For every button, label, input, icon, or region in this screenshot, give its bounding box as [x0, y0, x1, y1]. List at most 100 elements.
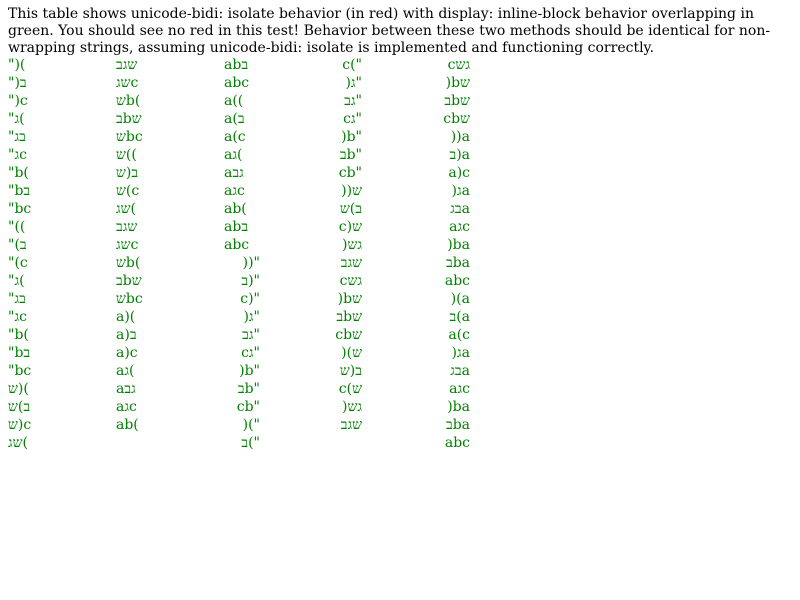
table-cell: a)c — [448, 165, 470, 181]
table-cell: )(" — [242, 417, 260, 433]
table-cell: )(ש — [341, 345, 362, 361]
intro-paragraph: This table shows unicode-bidi: isolate b… — [8, 6, 771, 56]
table-cell: ב)" — [241, 273, 260, 289]
table-cell: ab( — [116, 417, 139, 433]
table-cell: )b" — [341, 129, 362, 145]
table-cell: שגב — [340, 255, 362, 271]
table-cell: ב(ש — [116, 165, 139, 181]
table-cell: )bש — [337, 291, 362, 307]
table-cell: ש(c — [116, 183, 140, 199]
table-cell: cbש — [443, 111, 470, 127]
table-cell: "(c — [8, 255, 28, 271]
table-cell: )גש — [341, 399, 362, 415]
table-cell: cbש — [335, 327, 362, 343]
table-cell: ")c — [8, 93, 28, 109]
table-cell: aגc — [224, 183, 245, 199]
table-cell: בbש — [336, 309, 362, 325]
table-cell: abc — [224, 237, 250, 253]
table-cell: "גc — [8, 309, 27, 325]
table-cell: ב)ש — [8, 399, 31, 415]
table-cell: a)( — [116, 309, 136, 325]
table-cell: שbc — [116, 129, 143, 145]
table-cell: "ג( — [8, 273, 25, 289]
table-cell: ב(ש — [339, 363, 362, 379]
table-cell: "גc — [8, 147, 27, 163]
table-cell: )ba — [447, 237, 470, 253]
table-cell: שbc — [116, 291, 143, 307]
table-cell: aגב — [116, 381, 136, 397]
table-cell: aג( — [224, 147, 243, 163]
table-cell: ש(( — [116, 147, 137, 163]
table-cell: "bב — [8, 345, 31, 361]
table-cell: שג( — [116, 201, 137, 217]
table-cell: )גa — [451, 345, 470, 361]
table-cell: )גש — [341, 237, 362, 253]
table-cell: aג( — [116, 363, 135, 379]
table-cell: aגc — [116, 399, 137, 415]
table-cell: שגב — [340, 417, 362, 433]
table-cell: בba — [445, 417, 470, 433]
table-cell: שג( — [8, 435, 29, 451]
table-cell: "(ב — [8, 237, 27, 253]
table-cell: שגב — [116, 219, 138, 235]
table-cell: abב — [224, 57, 249, 73]
table-cell: בbש — [116, 273, 142, 289]
table-cell: cגש — [339, 273, 362, 289]
table-cell: בbש — [444, 93, 470, 109]
table-cell: aגc — [449, 381, 470, 397]
table-cell: ב)a — [449, 147, 470, 163]
table-cell: ")( — [8, 57, 26, 73]
table-cell: "בג — [8, 129, 26, 145]
table-cell: ))" — [242, 255, 260, 271]
table-cell: בb" — [237, 381, 260, 397]
table-cell: a(( — [224, 93, 244, 109]
table-cell: ב)ש — [339, 201, 362, 217]
table-cell: שגב — [116, 57, 138, 73]
table-cell: שגc — [116, 75, 139, 91]
table-cell: c(ש — [338, 381, 362, 397]
table-cell: "bc — [8, 363, 32, 379]
table-cell: בגa — [450, 363, 470, 379]
table-cell: abc — [444, 435, 470, 451]
table-cell: cגש — [447, 57, 470, 73]
table-cell: )גa — [451, 183, 470, 199]
table-cell: )bש — [445, 75, 470, 91]
table-cell: גב" — [344, 93, 362, 109]
table-cell: ))a — [450, 129, 470, 145]
table-cell: ב(a — [449, 309, 470, 325]
table-cell: abc — [444, 273, 470, 289]
table-cell: ב(" — [241, 435, 260, 451]
table-cell: aגc — [449, 219, 470, 235]
table-cell: ש)( — [8, 381, 29, 397]
table-cell: )b" — [239, 363, 260, 379]
table-cell: a(ב — [224, 111, 245, 127]
table-cell: "(( — [8, 219, 26, 235]
table-cell: a(c — [224, 129, 246, 145]
bidi-test-table: ")( ")ב ")c "ג( "בג "גc "b( "bב "bc "(( … — [8, 56, 478, 456]
table-cell: )ג" — [345, 75, 362, 91]
table-cell: c(" — [342, 57, 362, 73]
table-cell: גב" — [242, 327, 260, 343]
table-cell: cb" — [338, 165, 362, 181]
table-cell: c)" — [240, 291, 260, 307]
table-cell: abב — [224, 219, 249, 235]
table-cell: )(a — [450, 291, 470, 307]
table-cell: ")ב — [8, 75, 27, 91]
table-cell: a)c — [116, 345, 138, 361]
table-cell: cb" — [236, 399, 260, 415]
table-cell: "b( — [8, 327, 29, 343]
table-cell: בb" — [339, 147, 362, 163]
table-cell: בba — [445, 255, 470, 271]
table-cell: "bב — [8, 183, 31, 199]
table-cell: שגc — [116, 237, 139, 253]
table-cell: cג" — [241, 345, 260, 361]
table-cell: "b( — [8, 165, 29, 181]
table-cell: בגa — [450, 201, 470, 217]
table-cell: )ג" — [243, 309, 260, 325]
table-cell: cג" — [343, 111, 362, 127]
table-cell: "בג — [8, 291, 26, 307]
table-cell: aגב — [224, 165, 244, 181]
table-cell: abc — [224, 75, 250, 91]
table-cell: "ג( — [8, 111, 25, 127]
table-cell: ab( — [224, 201, 247, 217]
